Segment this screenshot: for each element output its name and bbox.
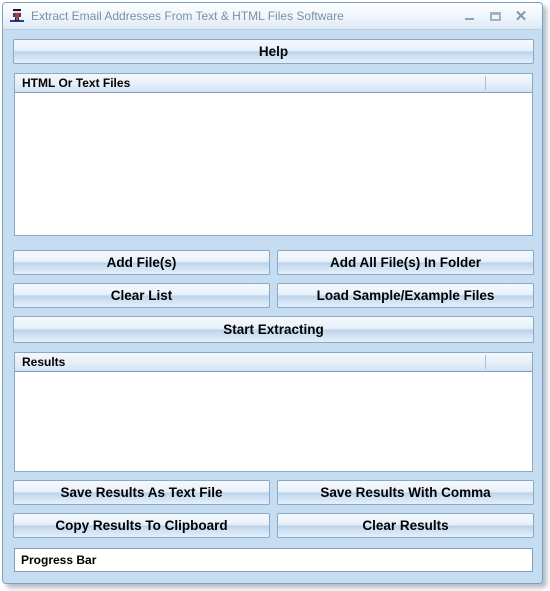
- copy-results-to-clipboard-button[interactable]: Copy Results To Clipboard: [13, 513, 270, 538]
- results-column-divider[interactable]: [485, 355, 486, 369]
- window-controls: ✕: [456, 5, 534, 27]
- load-sample-example-files-button[interactable]: Load Sample/Example Files: [277, 283, 534, 308]
- files-list-header: HTML Or Text Files: [15, 74, 532, 93]
- files-list-body[interactable]: [15, 93, 532, 235]
- start-extracting-button[interactable]: Start Extracting: [13, 316, 534, 343]
- window-title: Extract Email Addresses From Text & HTML…: [31, 9, 344, 23]
- files-list-column-label: HTML Or Text Files: [22, 76, 131, 90]
- add-files-button[interactable]: Add File(s): [13, 250, 270, 275]
- close-icon[interactable]: ✕: [508, 5, 534, 27]
- results-list-header: Results: [15, 353, 532, 372]
- clear-list-button[interactable]: Clear List: [13, 283, 270, 308]
- help-button[interactable]: Help: [13, 39, 534, 64]
- minimize-icon[interactable]: [456, 5, 482, 27]
- maximize-icon[interactable]: [482, 5, 508, 27]
- save-results-with-comma-button[interactable]: Save Results With Comma: [277, 480, 534, 505]
- results-list-panel[interactable]: Results: [14, 352, 533, 472]
- save-results-as-text-file-button[interactable]: Save Results As Text File: [13, 480, 270, 505]
- column-divider[interactable]: [485, 76, 486, 90]
- add-all-files-in-folder-button[interactable]: Add All File(s) In Folder: [277, 250, 534, 275]
- results-list-body[interactable]: [15, 372, 532, 471]
- title-bar: Extract Email Addresses From Text & HTML…: [3, 3, 542, 30]
- app-icon: [8, 7, 26, 25]
- clear-results-button[interactable]: Clear Results: [277, 513, 534, 538]
- window-body: Help HTML Or Text Files Add File(s) Add …: [3, 30, 542, 583]
- progress-bar-label: Progress Bar: [21, 553, 97, 567]
- application-window: Extract Email Addresses From Text & HTML…: [2, 2, 543, 584]
- files-list-panel[interactable]: HTML Or Text Files: [14, 73, 533, 236]
- results-list-column-label: Results: [22, 355, 66, 369]
- progress-bar: Progress Bar: [14, 548, 533, 572]
